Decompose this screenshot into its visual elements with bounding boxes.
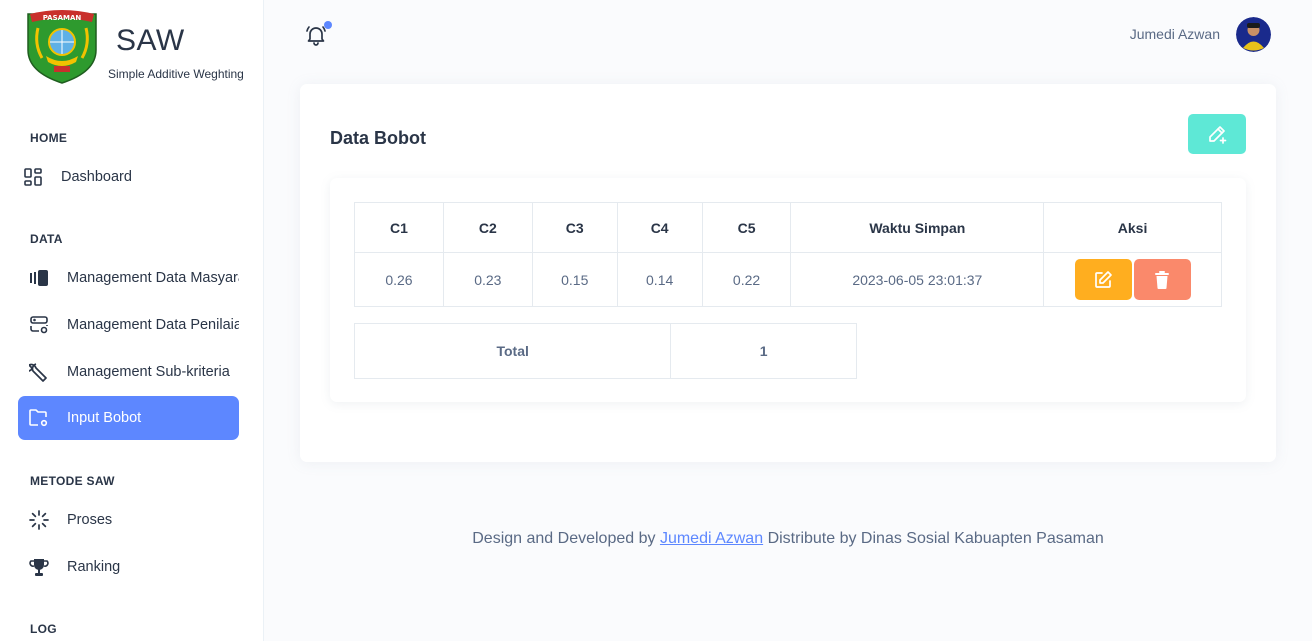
brand: PASAMAN SAW Simple Additive Weghting — [24, 8, 263, 88]
sidebar-item-proses[interactable]: Proses — [18, 498, 239, 542]
total-table: Total 1 — [353, 323, 857, 379]
brand-title: SAW — [116, 24, 185, 57]
add-bobot-button[interactable] — [1188, 114, 1246, 154]
cell-c2: 0.23 — [442, 252, 533, 307]
cell-waktu-simpan: 2023-06-05 23:01:37 — [790, 252, 1045, 307]
pasaman-logo[interactable]: PASAMAN — [24, 8, 100, 84]
sidebar-item-penilaian[interactable]: Management Data Penilaian — [18, 303, 239, 347]
sidebar-item-input-bobot[interactable]: Input Bobot — [18, 396, 239, 440]
folder-cog-icon — [28, 407, 50, 429]
column-header: C2 — [442, 202, 533, 253]
cards-icon — [28, 267, 50, 289]
delete-button[interactable] — [1133, 259, 1191, 300]
user-name[interactable]: Jumedi Azwan — [1130, 26, 1220, 42]
sidebar-item-ranking[interactable]: Ranking — [18, 545, 239, 589]
loader-icon — [28, 509, 50, 531]
sidebar-item-subkriteria[interactable]: Management Sub-kriteria — [18, 350, 239, 394]
sidebar: PASAMAN SAW Simple Additive Weghting HOM… — [0, 0, 264, 641]
nav-caption-home: HOME — [30, 131, 68, 145]
nav-caption-data: DATA — [30, 232, 63, 246]
sidebar-item-label: Dashboard — [61, 169, 132, 185]
edit-plus-icon — [1209, 126, 1227, 144]
server-cog-icon — [28, 314, 50, 336]
cell-c1: 0.26 — [354, 252, 444, 307]
column-header: Waktu Simpan — [790, 202, 1045, 253]
table-row: 0.26 0.23 0.15 0.14 0.22 2023-06-05 23:0… — [354, 252, 1222, 307]
column-header: C3 — [531, 202, 618, 253]
data-bobot-card: Data Bobot C1 C2 C3 C4 C5 Waktu Simpan A… — [300, 84, 1276, 462]
sidebar-item-label: Management Sub-kriteria — [67, 364, 230, 380]
sidebar-item-label: Input Bobot — [67, 410, 142, 426]
edit-icon — [1095, 270, 1112, 288]
cell-c4: 0.14 — [616, 252, 703, 307]
sidebar-item-label: Management Data Penilaian — [67, 317, 239, 333]
sidebar-item-masyarakat[interactable]: Management Data Masyarakat — [18, 256, 239, 300]
edit-button[interactable] — [1074, 259, 1132, 300]
footer: Design and Developed by Jumedi Azwan Dis… — [300, 530, 1276, 548]
brand-subtitle: Simple Additive Weghting — [108, 67, 244, 81]
dashboard-icon — [22, 166, 44, 188]
sidebar-item-dashboard[interactable]: Dashboard — [12, 155, 233, 199]
nav-caption-log: LOG — [30, 622, 57, 636]
sidebar-item-label: Management Data Masyarakat — [67, 270, 239, 286]
column-header: C4 — [616, 202, 703, 253]
notification-dot — [324, 21, 332, 29]
footer-prefix: Design and Developed by — [472, 530, 656, 547]
table-header-row: C1 C2 C3 C4 C5 Waktu Simpan Aksi — [354, 202, 1222, 253]
footer-suffix: Distribute by Dinas Sosial Kabuapten Pas… — [767, 530, 1104, 547]
logo-lettering: PASAMAN — [43, 14, 82, 22]
total-row: Total 1 — [353, 323, 857, 379]
trash-icon — [1155, 270, 1170, 289]
column-header: C5 — [701, 202, 792, 253]
table-container: C1 C2 C3 C4 C5 Waktu Simpan Aksi 0.26 0.… — [330, 178, 1246, 402]
nav-caption-metode: METODE SAW — [30, 474, 115, 488]
total-value: 1 — [670, 323, 857, 379]
page-title: Data Bobot — [330, 128, 426, 148]
sidebar-item-label: Ranking — [67, 559, 121, 575]
column-header: Aksi — [1043, 202, 1222, 253]
cell-c3: 0.15 — [531, 252, 618, 307]
column-header: C1 — [354, 202, 444, 253]
cell-aksi — [1043, 252, 1222, 307]
total-label: Total — [353, 323, 672, 379]
avatar[interactable] — [1236, 17, 1271, 52]
bobot-table: C1 C2 C3 C4 C5 Waktu Simpan Aksi 0.26 0.… — [354, 202, 1222, 307]
trophy-icon — [28, 556, 50, 578]
sidebar-item-label: Proses — [67, 512, 113, 528]
author-link[interactable]: Jumedi Azwan — [660, 530, 763, 547]
wrench-icon — [28, 361, 50, 383]
cell-c5: 0.22 — [701, 252, 792, 307]
